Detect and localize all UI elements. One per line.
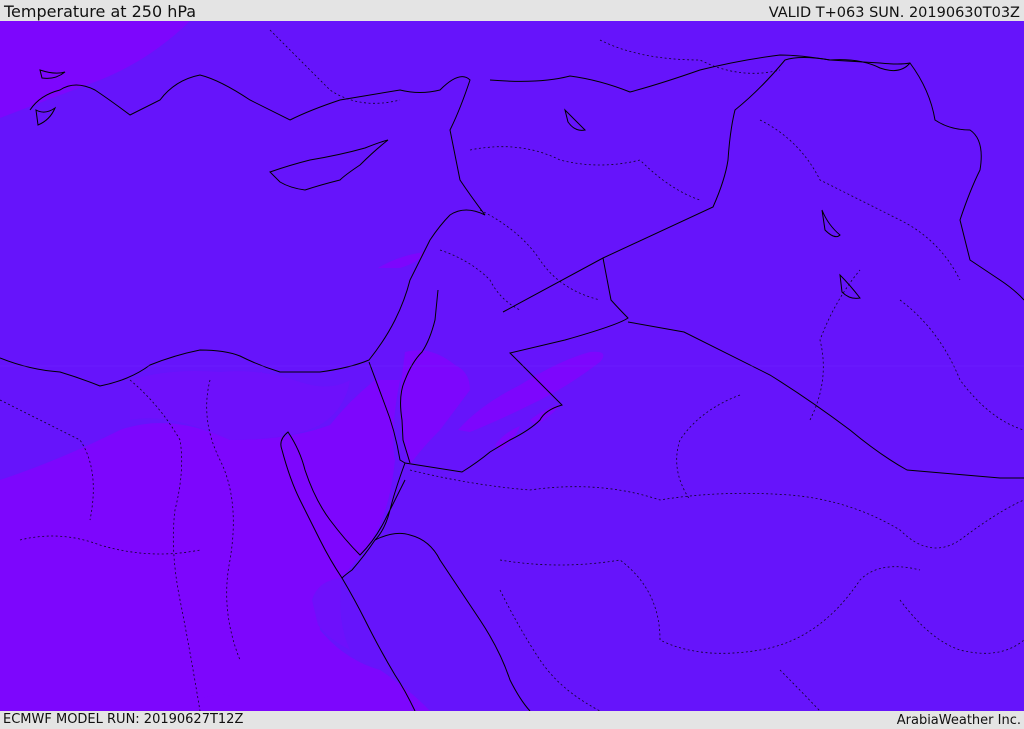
map-title: Temperature at 250 hPa: [4, 2, 197, 21]
model-run-label: ECMWF MODEL RUN: 20190627T12Z: [3, 712, 244, 727]
credit-label: ArabiaWeather Inc.: [896, 713, 1021, 728]
temperature-map: [0, 21, 1024, 711]
footer-bar: ECMWF MODEL RUN: 20190627T12Z ArabiaWeat…: [0, 711, 1024, 729]
header-bar: Temperature at 250 hPa VALID T+063 SUN. …: [0, 0, 1024, 21]
valid-time-label: VALID T+063 SUN. 20190630T03Z: [768, 5, 1020, 21]
